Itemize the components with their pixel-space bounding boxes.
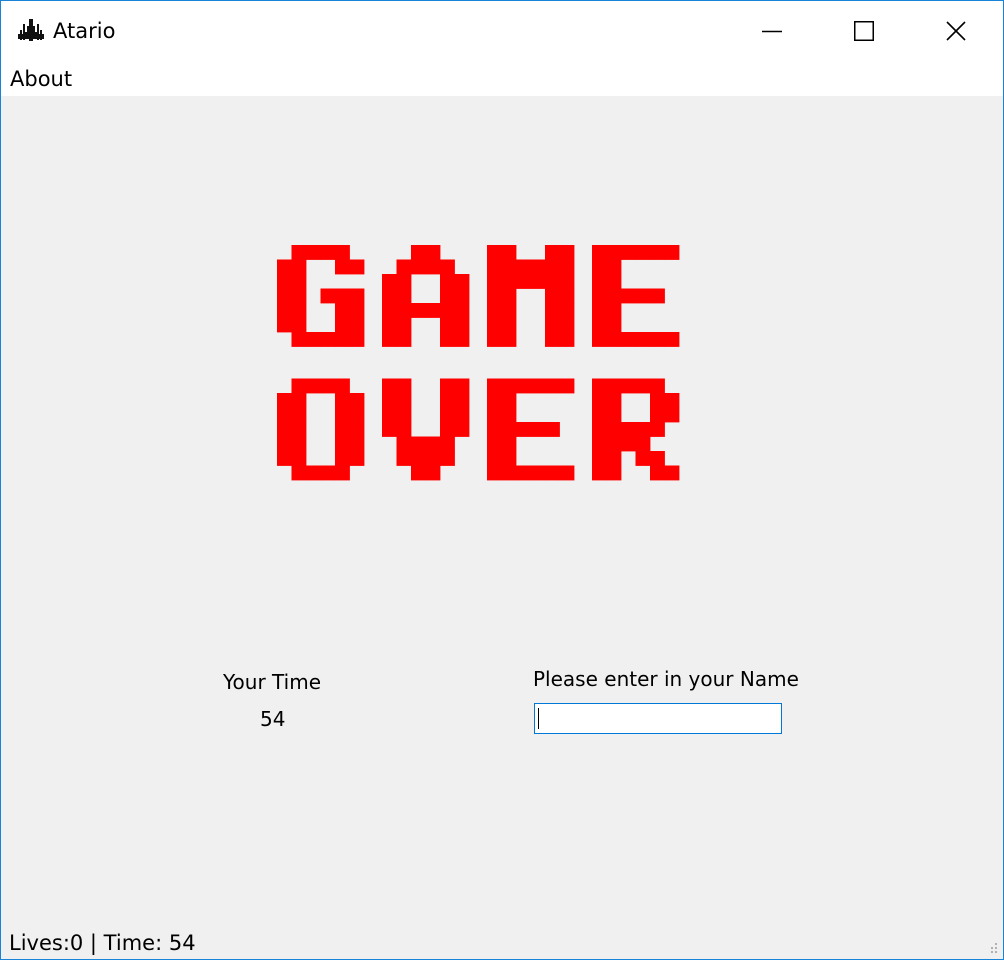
pixel-letter-m bbox=[487, 245, 575, 347]
resize-grip-icon[interactable] bbox=[987, 941, 999, 955]
text-caret bbox=[538, 708, 539, 729]
menu-bar: About bbox=[1, 61, 1003, 96]
maximize-icon bbox=[854, 21, 874, 41]
close-icon bbox=[946, 21, 966, 41]
game-over-banner bbox=[277, 245, 680, 481]
pixel-letter-a bbox=[382, 245, 470, 347]
your-time-value: 54 bbox=[260, 707, 286, 731]
name-input[interactable] bbox=[534, 703, 782, 734]
your-time-label: Your Time bbox=[223, 670, 321, 694]
minimize-button[interactable] bbox=[726, 1, 818, 61]
title-bar[interactable]: Atario bbox=[1, 1, 1003, 61]
window-title: Atario bbox=[53, 19, 116, 43]
pixel-letter-e bbox=[592, 245, 680, 347]
minimize-icon bbox=[762, 30, 782, 33]
menu-item-about[interactable]: About bbox=[10, 66, 72, 92]
pixel-letter-v bbox=[382, 378, 470, 481]
pixel-letter-o bbox=[277, 378, 365, 481]
status-bar-text: Lives:0 | Time: 54 bbox=[9, 931, 196, 955]
close-button[interactable] bbox=[910, 1, 1002, 61]
spaceship-icon bbox=[18, 19, 44, 41]
name-prompt-label: Please enter in your Name bbox=[533, 667, 799, 691]
app-window: Atario About Your Time 54 Please enter i… bbox=[0, 0, 1004, 960]
maximize-button[interactable] bbox=[818, 1, 910, 61]
pixel-letter-g bbox=[277, 245, 365, 347]
pixel-letter-r bbox=[592, 378, 680, 481]
pixel-letter-e bbox=[487, 378, 575, 481]
